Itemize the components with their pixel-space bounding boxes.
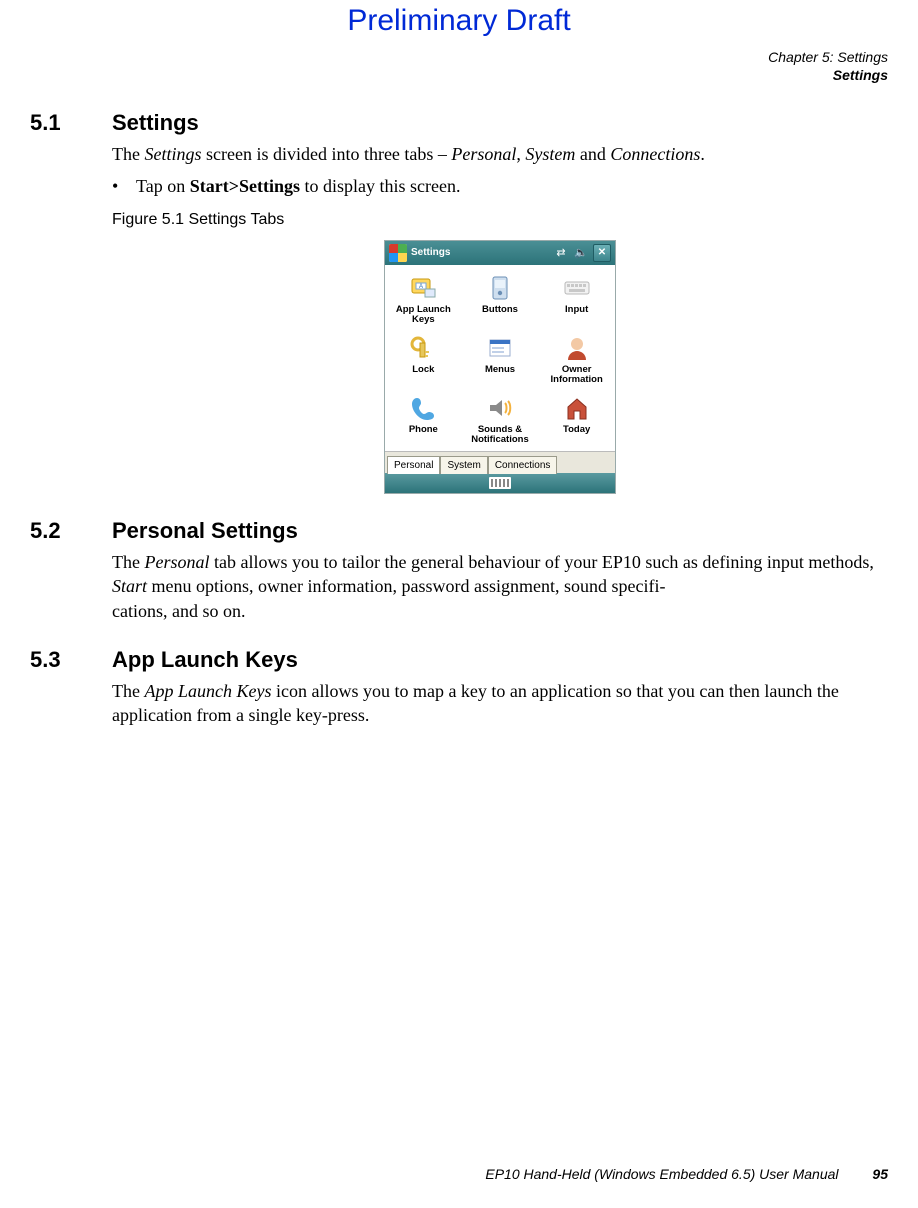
page-number: 95 [872,1166,888,1182]
titlebar: Settings ⇄ 🔈 ✕ [385,241,615,265]
grid-item-buttons[interactable]: Buttons [462,271,539,329]
grid-item-label: Owner Information [540,365,613,387]
tab-connections[interactable]: Connections [488,456,558,475]
connectivity-icon[interactable]: ⇄ [553,245,569,261]
chapter-line2: Settings [768,66,888,84]
text-strong: Start>Settings [190,176,300,196]
device-screenshot: Settings ⇄ 🔈 ✕ A App Launch Keys [384,240,616,494]
text-em: Start [112,576,147,596]
grid-item-owner-information[interactable]: Owner Information [538,331,615,389]
keyboard-icon[interactable] [489,477,511,489]
text-em: System [525,144,575,164]
grid-item-sounds-notifications[interactable]: Sounds & Notifications [462,391,539,449]
draft-banner: Preliminary Draft [0,4,918,38]
text: The [112,144,144,164]
lock-icon [406,333,440,363]
section-title-app-launch-keys: App Launch Keys [112,647,298,673]
tab-personal[interactable]: Personal [387,456,440,475]
figure-caption: Figure 5.1 Settings Tabs [112,209,888,231]
close-button[interactable]: ✕ [593,244,611,262]
text: The [112,552,144,572]
text: to display this screen. [300,176,460,196]
text-em: Personal [451,144,516,164]
bullet-item: • Tap on Start>Settings to display this … [112,174,888,198]
para-5-3: The App Launch Keys icon allows you to m… [112,679,888,728]
phone-icon [406,393,440,423]
sounds-notifications-icon [483,393,517,423]
manual-title: EP10 Hand-Held (Windows Embedded 6.5) Us… [485,1166,838,1182]
text-em: App Launch Keys [144,681,271,701]
grid-item-today[interactable]: Today [538,391,615,449]
grid-item-input[interactable]: Input [538,271,615,329]
settings-grid: A App Launch Keys Buttons Input [385,265,615,451]
text: menu options, owner information, passwor… [147,576,665,596]
today-icon [560,393,594,423]
svg-text:A: A [419,284,423,290]
text: Tap on [136,176,190,196]
bullet-text: Tap on Start>Settings to display this sc… [136,174,888,198]
menus-icon [483,333,517,363]
sip-bar [385,473,615,493]
para-5-2: The Personal tab allows you to tailor th… [112,550,888,623]
app-launch-keys-icon: A [406,273,440,303]
grid-item-phone[interactable]: Phone [385,391,462,449]
section-number-5-3: 5.3 [30,647,112,673]
text-em: Connections [610,144,700,164]
text: The [112,681,144,701]
bullet-marker: • [112,174,136,198]
owner-information-icon [560,333,594,363]
chapter-header: Chapter 5: Settings Settings [768,48,888,84]
tab-system[interactable]: System [440,456,487,475]
section-number-5-1: 5.1 [30,110,112,136]
tab-bar: Personal System Connections [385,451,615,473]
para-5-1: The Settings screen is divided into thre… [112,142,888,166]
grid-item-lock[interactable]: Lock [385,331,462,389]
buttons-icon [483,273,517,303]
section-number-5-2: 5.2 [30,518,112,544]
grid-item-label: Today [563,425,590,447]
text: and [575,144,610,164]
text: . [700,144,705,164]
start-icon[interactable] [389,244,407,262]
grid-item-menus[interactable]: Menus [462,331,539,389]
grid-item-label: Input [565,305,588,327]
text: screen is divided into three tabs – [201,144,451,164]
grid-item-label: Phone [409,425,438,447]
grid-item-label: Buttons [482,305,518,327]
section-title-settings: Settings [112,110,199,136]
grid-item-label: App Launch Keys [387,305,460,327]
window-title: Settings [411,246,549,260]
grid-item-label: Menus [485,365,515,387]
input-icon [560,273,594,303]
text: cations, and so on. [112,601,245,621]
page-footer: EP10 Hand-Held (Windows Embedded 6.5) Us… [485,1166,888,1182]
volume-icon[interactable]: 🔈 [573,245,589,261]
text: tab allows you to tailor the general beh… [209,552,873,572]
chapter-line1: Chapter 5: Settings [768,48,888,66]
text-em: Settings [144,144,201,164]
grid-item-label: Sounds & Notifications [464,425,537,447]
grid-item-label: Lock [412,365,434,387]
text-em: Personal [144,552,209,572]
section-title-personal-settings: Personal Settings [112,518,298,544]
grid-item-app-launch-keys[interactable]: A App Launch Keys [385,271,462,329]
